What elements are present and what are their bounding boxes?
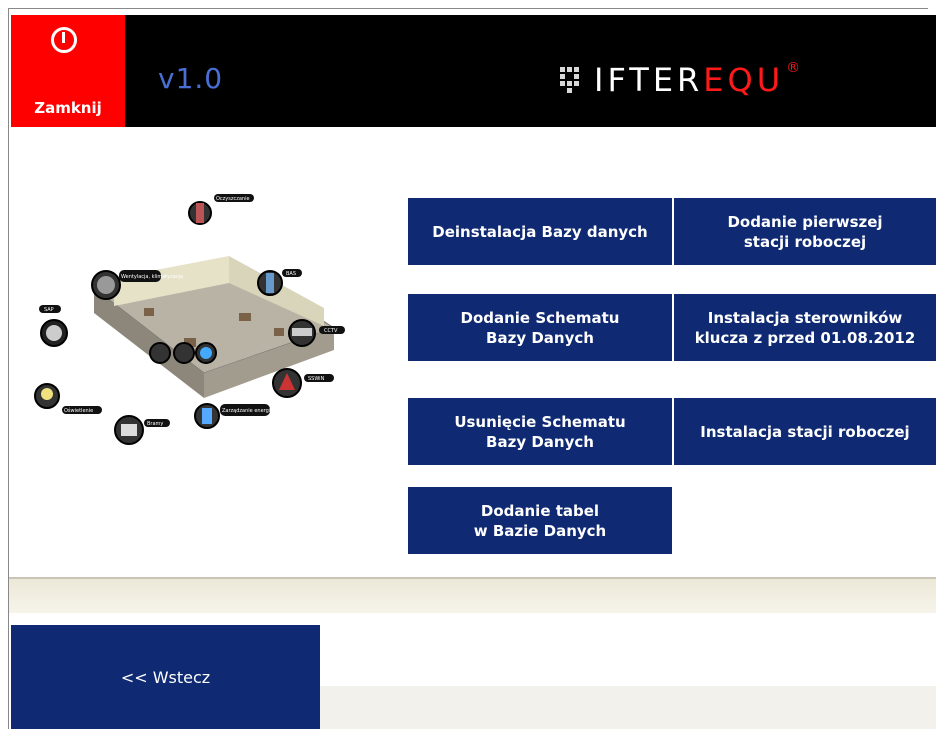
logo-text-red: EQU: [703, 61, 785, 99]
back-button[interactable]: << Wstecz: [11, 625, 320, 729]
illus-label-sap: SAP: [44, 307, 54, 313]
illus-label-cleaning: Oczyszczanie: [216, 196, 250, 202]
illus-label-lighting: Oświetlenie: [64, 407, 93, 414]
uninstall-database-button[interactable]: Deinstalacja Bazy danych: [408, 198, 672, 265]
install-key-drivers-button[interactable]: Instalacja sterowników klucza z przed 01…: [674, 294, 936, 361]
remove-database-schema-button[interactable]: Usunięcie Schematu Bazy Danych: [408, 398, 672, 465]
illus-label-gates: Bramy: [147, 421, 163, 427]
brand-logo: IFTER EQU ®: [560, 60, 804, 100]
footer-band: [9, 579, 936, 613]
illus-label-sswin: SSWiN: [308, 376, 325, 382]
add-database-tables-button[interactable]: Dodanie tabel w Bazie Danych: [408, 487, 672, 554]
footer-area: [320, 686, 936, 729]
add-database-schema-button[interactable]: Dodanie Schematu Bazy Danych: [408, 294, 672, 361]
close-button[interactable]: Zamknij: [11, 15, 125, 127]
illus-label-bas: BAS: [286, 271, 296, 277]
illus-label-hvac: Wentylacja, klimatyzacja: [121, 274, 183, 280]
close-label: Zamknij: [34, 99, 102, 117]
power-icon: [51, 27, 77, 53]
registered-mark: ®: [786, 60, 805, 76]
install-workstation-button[interactable]: Instalacja stacji roboczej: [674, 398, 936, 465]
add-first-workstation-button[interactable]: Dodanie pierwszej stacji roboczej: [674, 198, 936, 265]
illus-label-cctv: CCTV: [324, 328, 338, 334]
building-systems-illustration: SAP Wentylacja, klimatyzacja Oczyszczani…: [34, 194, 345, 445]
logo-text-white: IFTER: [594, 61, 704, 99]
logo-mark-icon: [560, 67, 586, 93]
version-label: v1.0: [158, 62, 224, 95]
illus-label-energy: Zarządzanie energią: [222, 408, 273, 414]
